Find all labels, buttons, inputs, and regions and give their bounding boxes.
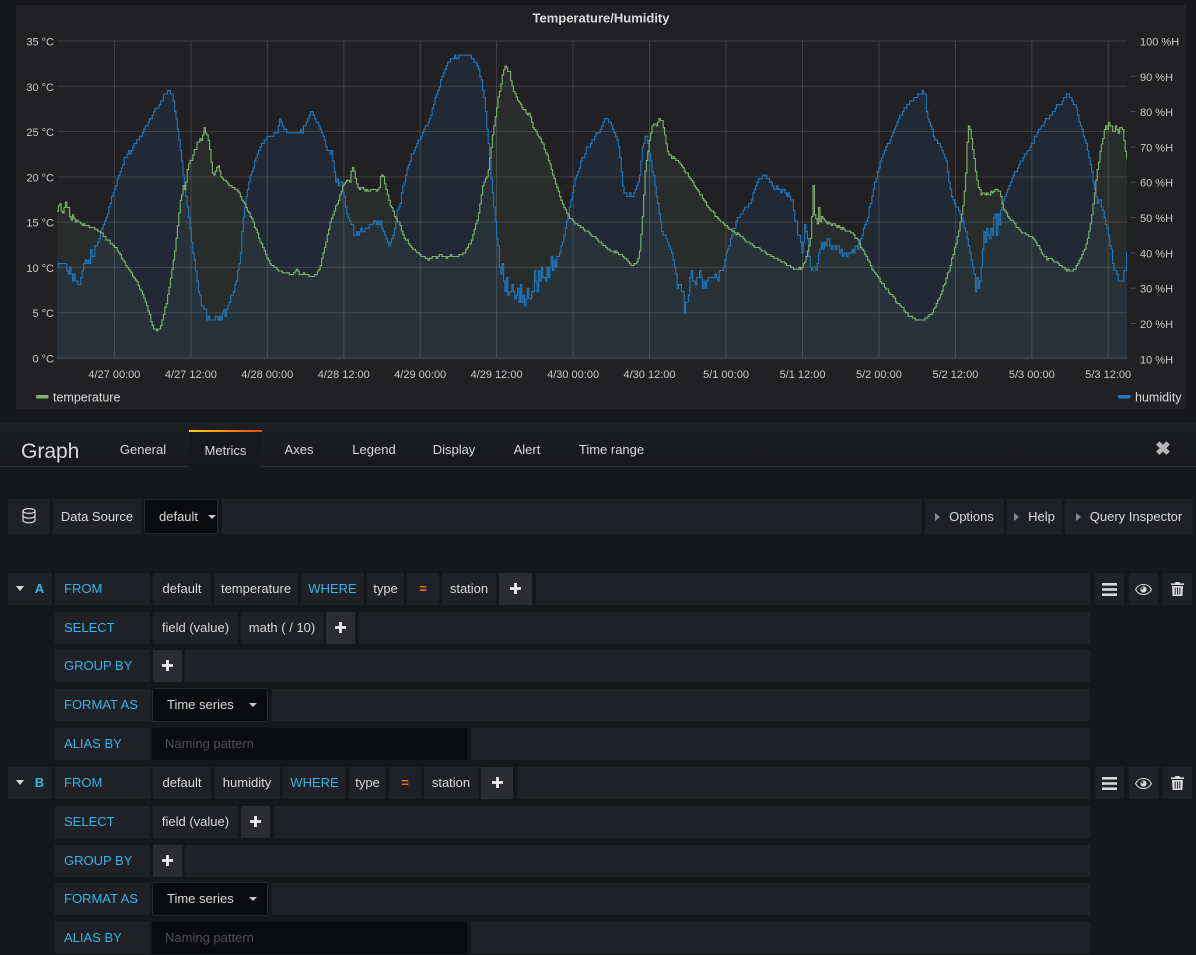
svg-text:5/3 12:00: 5/3 12:00 [1085,369,1131,381]
svg-text:temperature: temperature [53,391,120,405]
svg-text:4/27 12:00: 4/27 12:00 [165,369,217,381]
svg-text:5/1 12:00: 5/1 12:00 [780,369,826,381]
svg-text:5/2 12:00: 5/2 12:00 [932,369,978,381]
svg-text:60 %H: 60 %H [1140,178,1173,190]
svg-text:4/27 00:00: 4/27 00:00 [88,369,140,381]
svg-text:70 %H: 70 %H [1140,142,1173,154]
svg-text:30 %H: 30 %H [1140,284,1173,296]
svg-text:5/2 00:00: 5/2 00:00 [856,369,902,381]
svg-text:80 %H: 80 %H [1140,107,1173,119]
svg-text:50 %H: 50 %H [1140,213,1173,225]
svg-text:20 °C: 20 °C [26,172,54,184]
svg-text:4/28 00:00: 4/28 00:00 [241,369,293,381]
svg-text:4/28 12:00: 4/28 12:00 [318,369,370,381]
svg-text:Temperature/Humidity: Temperature/Humidity [532,11,670,26]
svg-text:40 %H: 40 %H [1140,248,1173,260]
svg-text:10 °C: 10 °C [26,263,54,275]
svg-text:20 %H: 20 %H [1140,319,1173,331]
svg-text:15 °C: 15 °C [26,218,54,230]
svg-text:10 %H: 10 %H [1140,354,1173,366]
svg-text:4/30 12:00: 4/30 12:00 [624,369,676,381]
svg-text:0 °C: 0 °C [32,354,54,366]
svg-text:5/3 00:00: 5/3 00:00 [1009,369,1055,381]
svg-text:4/30 00:00: 4/30 00:00 [547,369,599,381]
svg-text:4/29 12:00: 4/29 12:00 [471,369,523,381]
svg-text:100 %H: 100 %H [1140,37,1179,49]
svg-text:25 °C: 25 °C [26,127,54,139]
svg-text:4/29 00:00: 4/29 00:00 [394,369,446,381]
svg-text:35 °C: 35 °C [26,37,54,49]
svg-text:30 °C: 30 °C [26,82,54,94]
svg-text:5 °C: 5 °C [32,308,54,320]
svg-text:humidity: humidity [1135,391,1182,405]
svg-text:5/1 00:00: 5/1 00:00 [703,369,749,381]
svg-text:90 %H: 90 %H [1140,72,1173,84]
